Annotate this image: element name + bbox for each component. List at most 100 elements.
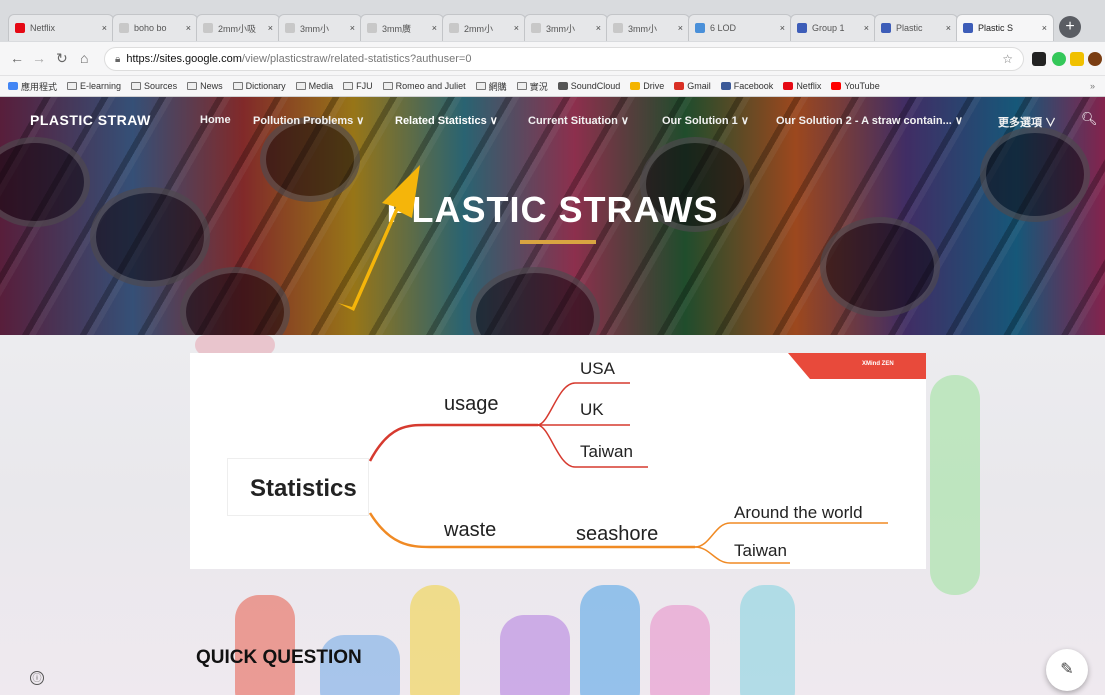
close-tab-icon[interactable]: × — [350, 23, 355, 33]
bookmark-item[interactable]: Drive — [630, 81, 664, 91]
browser-tab[interactable]: 2mm小 × — [442, 14, 526, 41]
tab-title: Netflix — [30, 23, 56, 33]
tab-favicon-icon — [695, 23, 705, 33]
bookmarks-overflow-button[interactable]: » — [1090, 81, 1105, 91]
bookmark-label: E-learning — [80, 81, 122, 91]
site-brand[interactable]: PLASTIC STRAW — [30, 112, 151, 128]
browser-tab[interactable]: 3mm小 × — [606, 14, 690, 41]
close-tab-icon[interactable]: × — [186, 23, 191, 33]
tab-title: Group 1 — [812, 23, 845, 33]
search-icon[interactable]: 🔍︎ — [1081, 111, 1098, 127]
info-icon[interactable]: ⓘ — [30, 671, 44, 685]
yellow-arrow-annotation — [338, 165, 420, 311]
bookmark-item[interactable]: YouTube — [831, 81, 880, 91]
statistics-mind-map: XMind ZEN Statistics usage USA UK Taiwan… — [190, 353, 926, 569]
folder-icon — [516, 82, 527, 90]
bookmark-star-icon[interactable]: ☆ — [1002, 52, 1013, 66]
node-uk: UK — [580, 400, 604, 419]
bookmark-item[interactable]: Media — [295, 81, 333, 91]
browser-tab[interactable]: 2mm小吸 × — [196, 14, 280, 41]
browser-tab[interactable]: Plastic × — [874, 14, 958, 41]
bookmark-item[interactable]: 實況 — [516, 80, 548, 93]
bookmark-label: Romeo and Juliet — [395, 81, 466, 91]
bookmark-item[interactable]: 應用程式 — [8, 80, 57, 93]
close-tab-icon[interactable]: × — [268, 23, 273, 33]
bookmark-item[interactable]: E-learning — [67, 81, 121, 91]
hero-banner: PLASTIC STRAW Home Pollution Problems ∨ Re… — [0, 97, 1105, 335]
site-nav-item[interactable]: Current Situation ∨ — [528, 114, 629, 127]
bookmarks-bar: 應用程式 E-learning Sources News Dictionary Media… — [0, 76, 1105, 97]
home-icon[interactable]: ⌂ — [80, 50, 88, 66]
tab-title: Plastic S — [978, 23, 1014, 33]
browser-tab[interactable]: 3mm小 × — [278, 14, 362, 41]
browser-tab[interactable]: Group 1 × — [790, 14, 876, 41]
close-tab-icon[interactable]: × — [678, 23, 683, 33]
extension-cart-icon[interactable] — [1032, 52, 1046, 66]
reload-icon[interactable]: ↻ — [56, 50, 68, 67]
close-tab-icon[interactable]: × — [864, 23, 869, 33]
folder-icon — [67, 82, 78, 90]
profile-avatar[interactable] — [1088, 52, 1102, 66]
tab-favicon-icon — [963, 23, 973, 33]
back-icon[interactable]: ← — [10, 50, 24, 66]
bookmark-favicon-icon — [674, 82, 685, 90]
bookmark-label: YouTube — [844, 81, 880, 91]
close-tab-icon[interactable]: × — [596, 23, 601, 33]
quick-question-heading: QUICK QUESTION — [196, 647, 362, 668]
forward-icon[interactable]: → — [32, 50, 46, 66]
node-taiwan-waste: Taiwan — [734, 541, 787, 560]
site-nav-item[interactable]: Home — [200, 114, 231, 126]
browser-tab[interactable]: boho bo × — [112, 14, 198, 41]
site-nav-item[interactable]: Our Solution 1 ∨ — [662, 114, 749, 127]
bookmark-item[interactable]: SoundCloud — [557, 81, 620, 91]
bookmark-label: Gmail — [687, 81, 711, 91]
tab-favicon-icon — [449, 23, 459, 33]
close-tab-icon[interactable]: × — [780, 23, 785, 33]
address-bar[interactable]: 🔒︎ https://sites.google.com /view/plasti… — [104, 47, 1024, 71]
bookmark-label: Facebook — [733, 81, 774, 91]
close-tab-icon[interactable]: × — [432, 23, 437, 33]
close-tab-icon[interactable]: × — [946, 23, 951, 33]
close-tab-icon[interactable]: × — [1042, 23, 1047, 33]
tab-favicon-icon — [15, 23, 25, 33]
bookmark-item[interactable]: Gmail — [674, 81, 711, 91]
browser-tab[interactable]: 3mm廣 × — [360, 14, 444, 41]
browser-tab[interactable]: 3mm小 × — [524, 14, 608, 41]
extension-green-icon[interactable] — [1052, 52, 1066, 66]
xmind-watermark: XMind ZEN — [862, 361, 894, 367]
straw-decoration — [580, 585, 640, 695]
tab-favicon-icon — [367, 23, 377, 33]
bookmark-item[interactable]: Netflix — [783, 81, 821, 91]
site-nav-item[interactable]: Related Statistics ∨ — [395, 114, 498, 127]
close-tab-icon[interactable]: × — [514, 23, 519, 33]
node-taiwan-usage: Taiwan — [580, 442, 633, 461]
tab-favicon-icon — [531, 23, 541, 33]
bookmark-item[interactable]: Facebook — [720, 81, 774, 91]
edit-pencil-icon[interactable]: ✎ — [1046, 649, 1088, 691]
tab-favicon-icon — [797, 23, 807, 33]
bookmark-favicon-icon — [557, 82, 568, 90]
bookmark-item[interactable]: 網購 — [475, 80, 507, 93]
straw-decoration — [650, 605, 710, 695]
browser-tab[interactable]: Plastic S × — [956, 14, 1054, 41]
bookmark-item[interactable]: Romeo and Juliet — [382, 81, 466, 91]
extension-yellow-icon[interactable] — [1070, 52, 1084, 66]
tab-favicon-icon — [613, 23, 623, 33]
bookmark-favicon-icon — [630, 82, 641, 90]
new-tab-button[interactable]: + — [1059, 16, 1081, 38]
tab-title: 3mm小 — [628, 23, 657, 34]
close-tab-icon[interactable]: × — [102, 23, 107, 33]
browser-tab[interactable]: Netflix × — [8, 14, 114, 41]
bookmark-item[interactable]: News — [187, 81, 223, 91]
bookmark-item[interactable]: Dictionary — [232, 81, 286, 91]
site-nav-item[interactable]: Pollution Problems ∨ — [253, 114, 364, 127]
bookmark-label: Drive — [643, 81, 665, 91]
site-nav-item[interactable]: 更多選項 ∨ — [998, 114, 1056, 130]
node-waste: waste — [444, 519, 497, 541]
browser-tab[interactable]: 6 LOD × — [688, 14, 792, 41]
bookmark-item[interactable]: Sources — [131, 81, 177, 91]
page-title: PLASTIC STRAWS — [386, 189, 719, 230]
title-underline — [520, 240, 596, 244]
site-nav-item[interactable]: Our Solution 2 - A straw contain... ∨ — [776, 114, 963, 127]
bookmark-item[interactable]: FJU — [343, 81, 373, 91]
